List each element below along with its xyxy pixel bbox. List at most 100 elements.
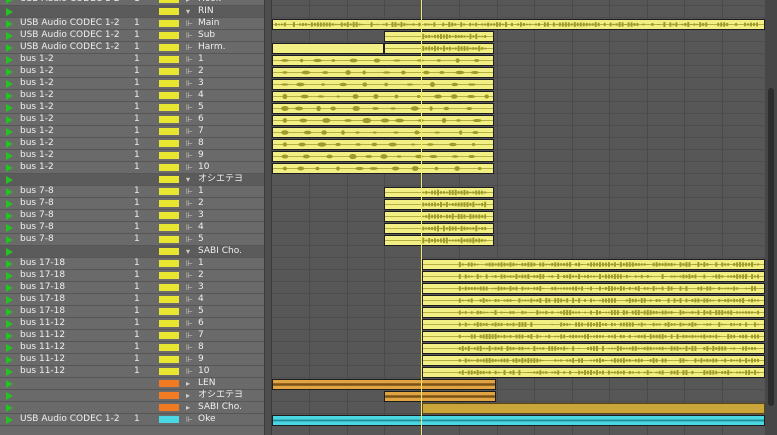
track-row[interactable]: bus 11-12 1 ⊩ 9: [0, 354, 264, 366]
track-row[interactable]: bus 1-2 1 ⊩ 4: [0, 90, 264, 102]
track-channel[interactable]: 1: [134, 102, 140, 113]
track-name[interactable]: LEN: [198, 378, 215, 389]
play-icon[interactable]: [6, 140, 13, 148]
track-input[interactable]: USB Audio CODEC 1-2: [20, 414, 120, 425]
track-color-swatch[interactable]: [159, 92, 179, 99]
audio-clip[interactable]: [422, 331, 765, 342]
track-name[interactable]: 5: [198, 306, 204, 317]
track-name[interactable]: 5: [198, 234, 204, 245]
play-icon[interactable]: [6, 44, 13, 52]
track-name[interactable]: 6: [198, 114, 204, 125]
playhead-cursor[interactable]: [421, 0, 422, 435]
panel-divider[interactable]: [264, 0, 272, 435]
track-input[interactable]: bus 17-18: [20, 258, 65, 269]
audio-clip[interactable]: [384, 31, 494, 42]
track-input[interactable]: bus 17-18: [20, 282, 65, 293]
track-color-swatch[interactable]: [159, 188, 179, 195]
play-icon[interactable]: [6, 212, 13, 220]
track-input[interactable]: bus 7-8: [20, 198, 54, 209]
track-color-swatch[interactable]: [159, 356, 179, 363]
track-name[interactable]: Sub: [198, 30, 215, 41]
track-color-swatch[interactable]: [159, 152, 179, 159]
track-name[interactable]: Oke: [198, 414, 216, 425]
track-name[interactable]: 4: [198, 90, 204, 101]
audio-clip[interactable]: [272, 19, 765, 30]
vertical-scrollbar[interactable]: [765, 0, 777, 435]
track-name[interactable]: Main: [198, 18, 220, 29]
track-row[interactable]: bus 11-12 1 ⊩ 8: [0, 342, 264, 354]
track-row[interactable]: ▸ オシエテヨ: [0, 390, 264, 402]
track-row[interactable]: ▸ LEN: [0, 378, 264, 390]
track-row[interactable]: bus 1-2 1 ⊩ 10: [0, 162, 264, 174]
audio-clip[interactable]: [272, 103, 494, 114]
disclosure-triangle-icon[interactable]: ▸: [186, 0, 190, 5]
scrollbar-thumb[interactable]: [768, 88, 774, 406]
play-icon[interactable]: [6, 116, 13, 124]
track-color-swatch[interactable]: [159, 404, 179, 411]
play-icon[interactable]: [6, 308, 13, 316]
track-name[interactable]: SABI Cho.: [198, 402, 242, 413]
track-channel[interactable]: 1: [134, 138, 140, 149]
play-icon[interactable]: [6, 20, 13, 28]
track-row[interactable]: bus 17-18 1 ⊩ 5: [0, 306, 264, 318]
track-name[interactable]: 3: [198, 282, 204, 293]
track-input[interactable]: bus 1-2: [20, 66, 54, 77]
audio-clip[interactable]: [384, 235, 494, 246]
track-input[interactable]: bus 1-2: [20, 138, 54, 149]
track-name[interactable]: 1: [198, 258, 204, 269]
track-input[interactable]: bus 11-12: [20, 330, 65, 341]
track-row[interactable]: USB Audio CODEC 1-2 1 ⊩ Sub: [0, 30, 264, 42]
track-color-swatch[interactable]: [159, 248, 179, 255]
track-input[interactable]: bus 7-8: [20, 210, 54, 221]
track-color-swatch[interactable]: [159, 320, 179, 327]
play-icon[interactable]: [6, 260, 13, 268]
audio-clip[interactable]: [272, 127, 494, 138]
play-icon[interactable]: [6, 356, 13, 364]
track-color-swatch[interactable]: [159, 140, 179, 147]
track-row[interactable]: bus 1-2 1 ⊩ 9: [0, 150, 264, 162]
track-name[interactable]: Hook: [198, 0, 221, 5]
track-color-swatch[interactable]: [159, 296, 179, 303]
play-icon[interactable]: [6, 320, 13, 328]
track-name[interactable]: 3: [198, 210, 204, 221]
track-input[interactable]: USB Audio CODEC 1-2: [20, 30, 120, 41]
audio-clip[interactable]: [384, 199, 494, 210]
play-icon[interactable]: [6, 332, 13, 340]
play-icon[interactable]: [6, 284, 13, 292]
track-row[interactable]: bus 7-8 1 ⊩ 1: [0, 186, 264, 198]
track-name[interactable]: 5: [198, 102, 204, 113]
track-row[interactable]: bus 1-2 1 ⊩ 1: [0, 54, 264, 66]
track-channel[interactable]: 1: [134, 270, 140, 281]
track-channel[interactable]: 1: [134, 318, 140, 329]
play-icon[interactable]: [6, 344, 13, 352]
track-input[interactable]: bus 1-2: [20, 78, 54, 89]
audio-clip[interactable]: [272, 163, 494, 174]
play-icon[interactable]: [6, 188, 13, 196]
track-name[interactable]: 9: [198, 150, 204, 161]
track-input[interactable]: bus 7-8: [20, 186, 54, 197]
arrangement-view[interactable]: [272, 0, 765, 435]
audio-clip[interactable]: [272, 67, 494, 78]
track-color-swatch[interactable]: [159, 164, 179, 171]
audio-clip[interactable]: [422, 343, 765, 354]
track-color-swatch[interactable]: [159, 272, 179, 279]
track-channel[interactable]: 1: [134, 18, 140, 29]
track-name[interactable]: 4: [198, 222, 204, 233]
play-icon[interactable]: [6, 8, 13, 16]
track-channel[interactable]: 1: [134, 162, 140, 173]
track-name[interactable]: Harm.: [198, 42, 225, 53]
play-icon[interactable]: [6, 404, 13, 412]
track-input[interactable]: bus 11-12: [20, 366, 65, 377]
track-row[interactable]: bus 11-12 1 ⊩ 10: [0, 366, 264, 378]
track-channel[interactable]: 1: [134, 30, 140, 41]
track-channel[interactable]: 1: [134, 306, 140, 317]
disclosure-triangle-icon[interactable]: ▸: [186, 402, 190, 413]
track-color-swatch[interactable]: [159, 80, 179, 87]
audio-clip[interactable]: [384, 223, 494, 234]
play-icon[interactable]: [6, 248, 13, 256]
track-input[interactable]: bus 1-2: [20, 150, 54, 161]
audio-clip[interactable]: [272, 43, 384, 54]
track-color-swatch[interactable]: [159, 212, 179, 219]
play-icon[interactable]: [6, 224, 13, 232]
audio-clip[interactable]: [384, 211, 494, 222]
